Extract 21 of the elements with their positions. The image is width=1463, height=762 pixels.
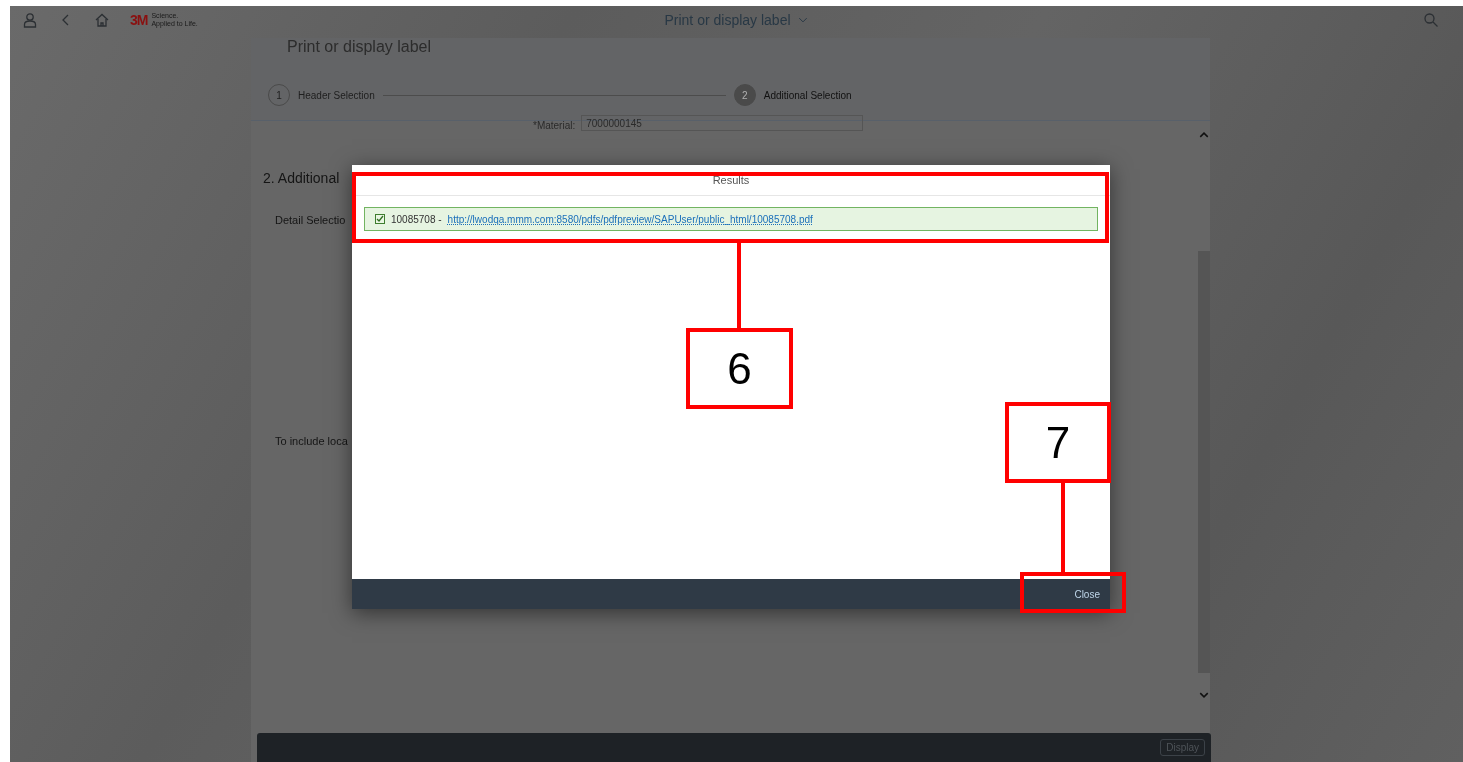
callout-number: 6: [686, 328, 793, 409]
form-text: To include loca: [274, 435, 348, 447]
callout-number: 7: [1005, 402, 1111, 483]
search-icon: [1423, 12, 1439, 28]
step-label[interactable]: Header Selection: [298, 89, 375, 101]
check-icon: [376, 215, 384, 223]
section-heading: 2. Additional: [263, 170, 340, 186]
home-icon: [94, 12, 110, 28]
field-label: *Material:: [533, 120, 576, 131]
step-number[interactable]: 2: [733, 84, 756, 106]
checkbox[interactable]: [375, 214, 385, 224]
result-number: 10085708 -: [391, 213, 442, 225]
step-label[interactable]: Additional Selection: [763, 89, 852, 101]
material-field[interactable]: 7000000145: [581, 115, 864, 131]
close-button[interactable]: Close: [1074, 584, 1100, 604]
logo-mark: 3M: [130, 12, 148, 28]
page-title: Print or display label: [286, 38, 433, 56]
pdf-link[interactable]: http://lwodqa.mmm.com:8580/pdfs/pdfpreview/SAPUser/public_html/10085708.pdf: [447, 213, 813, 225]
user-icon: [22, 12, 38, 28]
dialog-title: Results: [712, 174, 750, 186]
form-text: Detail Selectio: [274, 214, 346, 226]
